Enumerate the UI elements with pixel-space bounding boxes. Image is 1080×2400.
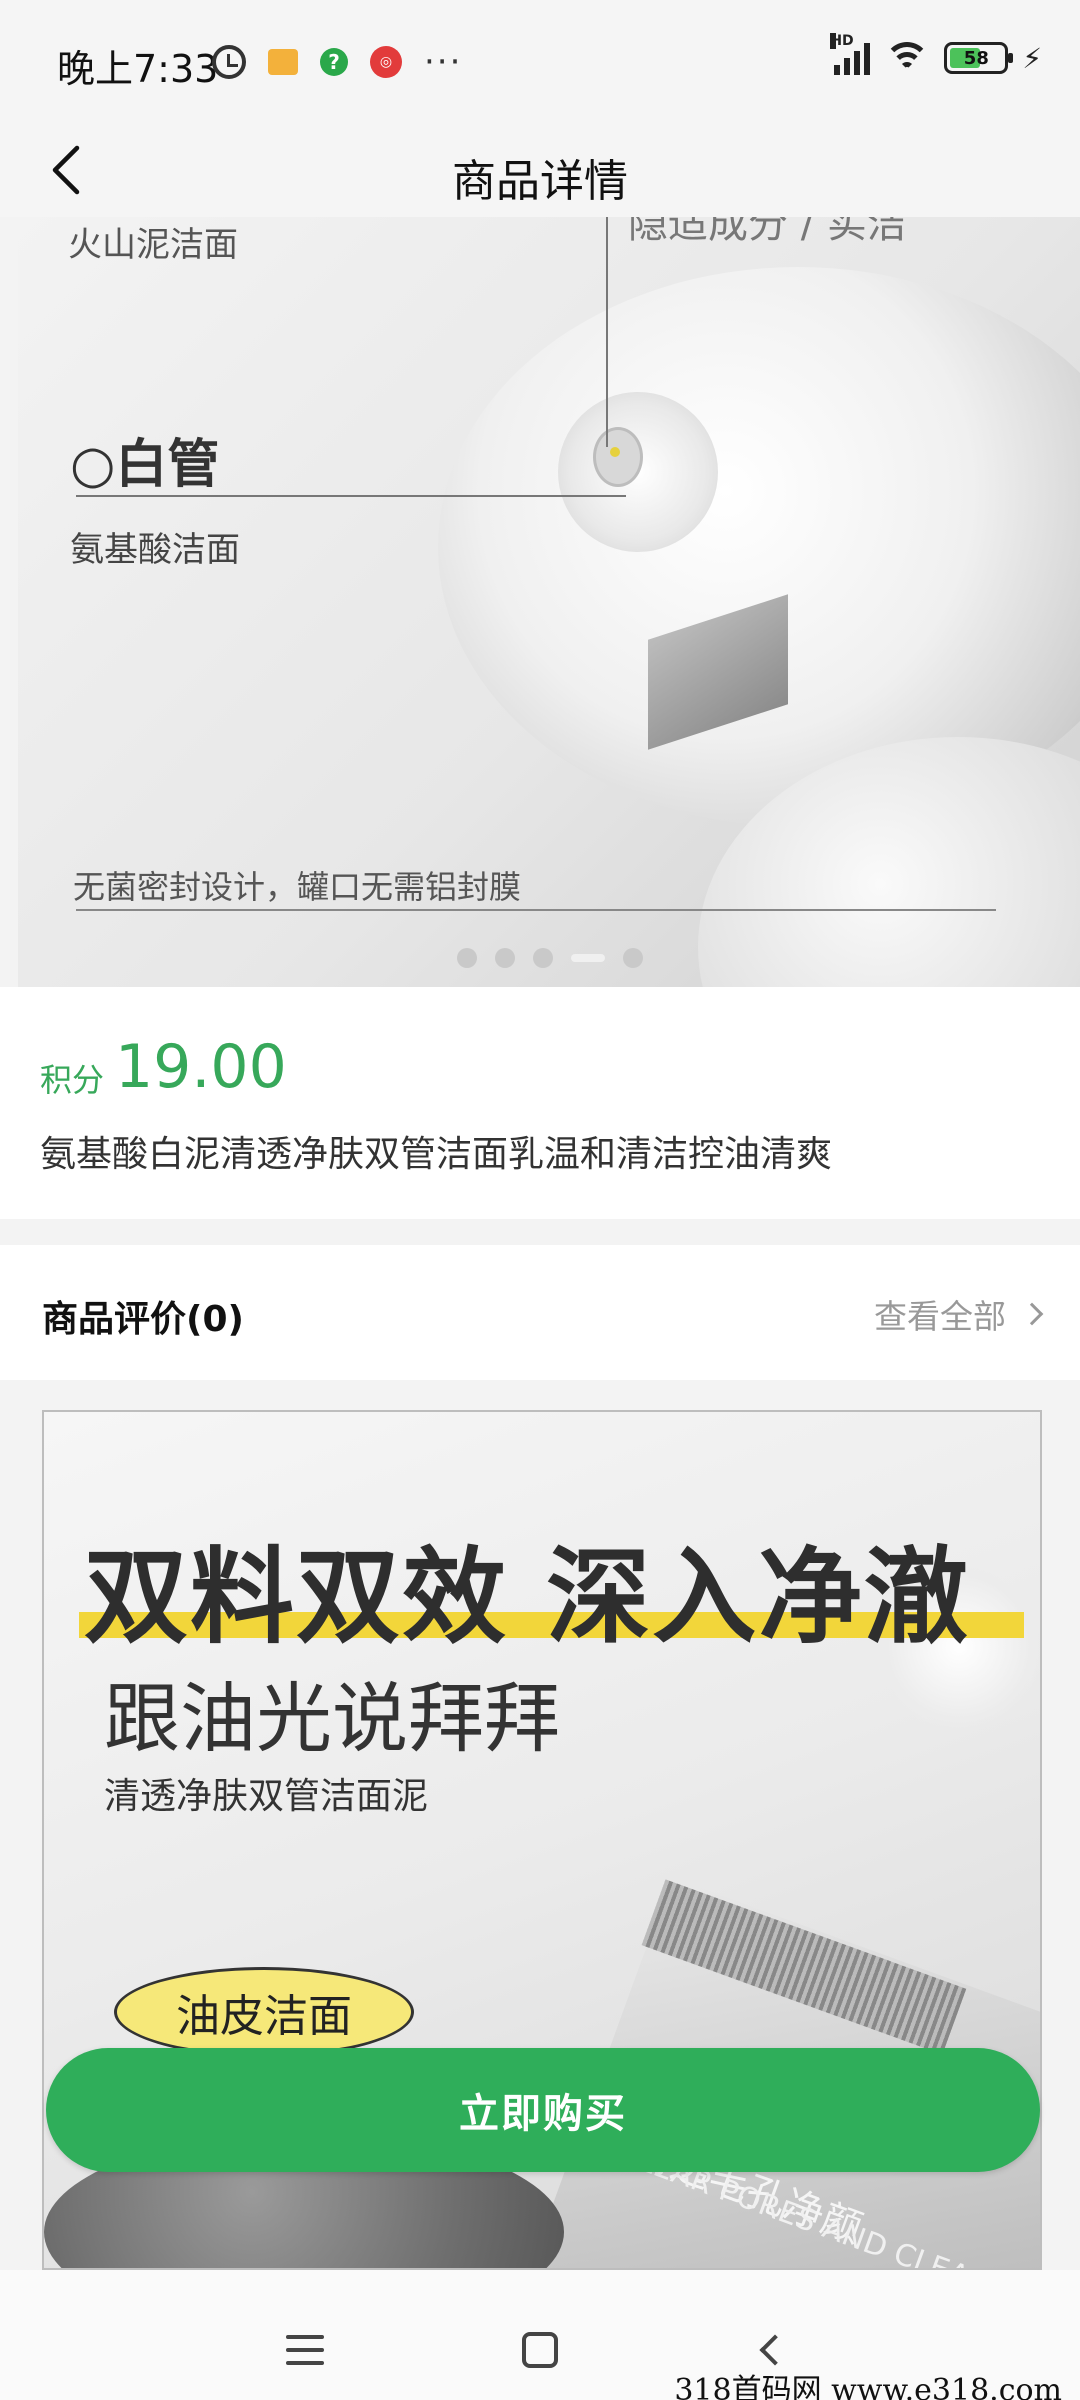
detail-subhead: 跟油光说拜拜 — [104, 1674, 560, 1763]
page-title: 商品详情 — [452, 156, 628, 207]
battery-icon: 58 — [944, 42, 1014, 74]
hero-label-seal: 无菌密封设计，罐口无需铝封膜 — [73, 868, 522, 906]
signal-icon: HD — [830, 33, 871, 75]
nav-bar: 商品详情 — [0, 125, 1080, 217]
price-unit: 积分 — [40, 1061, 105, 1099]
hero-label-volcano-mud: 火山泥洁面 — [68, 225, 238, 265]
buy-now-button[interactable]: 立即购买 — [46, 2048, 1040, 2172]
chevron-right-icon — [1020, 1302, 1044, 1326]
oily-skin-badge: 油皮洁面 — [114, 1967, 414, 2057]
hero-label-amino: 氨基酸洁面 — [70, 530, 240, 570]
status-bar: 晚上7:33 ? ◎ ··· HD 58 ⚡ — [0, 0, 1080, 125]
carousel-indicator — [0, 948, 1080, 968]
charging-icon: ⚡ — [1022, 41, 1042, 75]
menu-button[interactable] — [265, 2320, 345, 2380]
reviews-row: 商品评价(0) 查看全部 — [0, 1245, 1080, 1380]
app-badge-icon: ◎ — [370, 46, 402, 78]
view-all-label: 查看全部 — [874, 1297, 1006, 1336]
detail-small-text: 清透净肤双管洁面泥 — [104, 1776, 429, 1817]
carousel-dot[interactable] — [623, 948, 643, 968]
notification-icons: ? ◎ ··· — [212, 42, 462, 82]
carousel-dot-active[interactable] — [571, 954, 605, 962]
detail-headline: 双料双效 深入净澈 — [84, 1536, 971, 1658]
product-detail-screen: 晚上7:33 ? ◎ ··· HD 58 ⚡ 商品详情 隐适成分 / 实洁 火山… — [0, 0, 1080, 2400]
product-title: 氨基酸白泥清透净肤双管洁面乳温和清洁控油清爽 — [40, 1134, 833, 1175]
carousel-dot[interactable] — [533, 948, 553, 968]
jar-nozzle-image — [593, 427, 643, 487]
more-notifications-icon: ··· — [424, 42, 463, 82]
hero-label-clipped: 隐适成分 / 实洁 — [628, 217, 907, 247]
message-icon — [268, 49, 298, 75]
back-arrow-icon — [759, 2334, 791, 2366]
wifi-icon — [884, 40, 931, 76]
status-time: 晚上7:33 — [57, 47, 219, 91]
product-image-carousel[interactable]: 隐适成分 / 实洁 火山泥洁面 ○白管 氨基酸洁面 无菌密封设计，罐口无需铝封膜 — [18, 217, 1080, 987]
oily-skin-badge-label: 油皮洁面 — [176, 1991, 352, 2042]
view-all-reviews-link[interactable]: 查看全部 — [874, 1290, 1044, 1338]
carousel-dot[interactable] — [495, 948, 515, 968]
alarm-icon — [212, 45, 246, 79]
system-indicators: HD 58 ⚡ — [830, 33, 1042, 76]
battery-level: 58 — [963, 47, 989, 69]
price-value: 19.00 — [115, 1032, 287, 1102]
price-section: 积分 19.00 氨基酸白泥清透净肤双管洁面乳温和清洁控油清爽 — [0, 987, 1080, 1219]
network-label: HD — [830, 33, 854, 49]
carousel-dot[interactable] — [457, 948, 477, 968]
home-icon — [522, 2332, 558, 2368]
home-button[interactable] — [500, 2320, 580, 2380]
watermark: 318首码网 www.e318.com — [674, 2373, 1062, 2400]
reviews-title: 商品评价(0) — [42, 1299, 244, 1340]
hero-label-white-tube: ○白管 — [70, 435, 220, 495]
menu-icon — [286, 2335, 324, 2339]
help-icon: ? — [320, 48, 348, 76]
